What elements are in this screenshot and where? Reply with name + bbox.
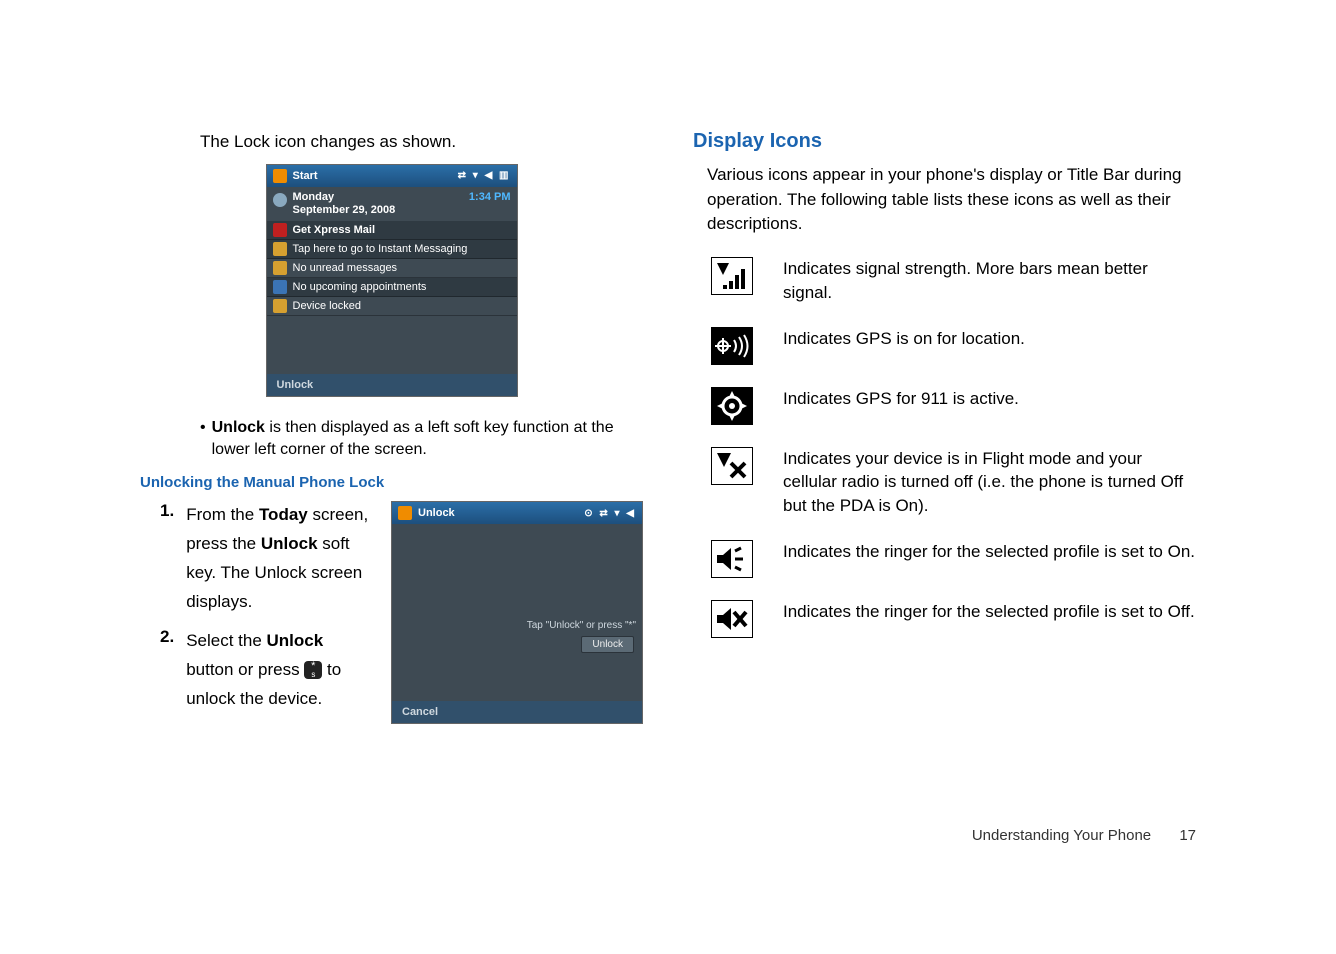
- s1-bottom-bar: Unlock: [267, 374, 517, 396]
- unlock-rest: is then displayed as a left soft key fun…: [212, 419, 614, 458]
- mail-icon: [273, 261, 287, 275]
- icon-row-flight-mode: Indicates your device is in Flight mode …: [693, 447, 1196, 518]
- unlock-bullet: • Unlock is then displayed as a left sof…: [200, 417, 643, 460]
- signal-desc: Indicates signal strength. More bars mea…: [783, 257, 1196, 305]
- display-icons-title: Display Icons: [693, 130, 1196, 153]
- footer-section: Understanding Your Phone: [972, 827, 1151, 844]
- unlock-bold: Unlock: [212, 419, 265, 436]
- s2-cancel-softkey: Cancel: [402, 706, 438, 718]
- gps-911-desc: Indicates GPS for 911 is active.: [783, 387, 1019, 411]
- s1-xpress-row: Get Xpress Mail: [267, 221, 517, 240]
- step2-pre: Select the: [186, 631, 266, 650]
- step1-b2: Unlock: [261, 534, 318, 553]
- s1-title-bar: Start ⇄ ▾ ◀ ▥: [267, 165, 517, 187]
- xpress-mail-icon: [273, 223, 287, 237]
- step2-mid: button or press: [186, 660, 304, 679]
- flight-mode-desc: Indicates your device is in Flight mode …: [783, 447, 1196, 518]
- s1-unread-label: No unread messages: [293, 262, 398, 274]
- icon-row-gps-911: Indicates GPS for 911 is active.: [693, 387, 1196, 425]
- s2-bottom-bar: Cancel: [392, 701, 642, 723]
- bullet-dot: •: [200, 417, 206, 460]
- gps-on-desc: Indicates GPS is on for location.: [783, 327, 1025, 351]
- step1-b1: Today: [259, 505, 308, 524]
- s1-status-icons: ⇄ ▾ ◀ ▥: [458, 170, 511, 181]
- unlocking-section-title: Unlocking the Manual Phone Lock: [140, 474, 643, 491]
- s1-appt-row: No upcoming appointments: [267, 278, 517, 297]
- signal-strength-icon: [711, 257, 753, 295]
- s1-im-label: Tap here to go to Instant Messaging: [293, 243, 468, 255]
- s1-locked-label: Device locked: [293, 300, 361, 312]
- icon-row-gps-on: Indicates GPS is on for location.: [693, 327, 1196, 365]
- today-screen-screenshot: Start ⇄ ▾ ◀ ▥ Monday September 29, 2008 …: [266, 164, 518, 397]
- s2-status-icons: ⊙ ⇄ ▾ ◀: [584, 508, 636, 519]
- ringer-off-icon: [711, 600, 753, 638]
- s1-locked-row: Device locked: [267, 297, 517, 316]
- icon-row-signal: Indicates signal strength. More bars mea…: [693, 257, 1196, 305]
- s2-body: Tap "Unlock" or press "*" Unlock: [392, 524, 642, 700]
- im-icon: [273, 242, 287, 256]
- s1-xpress-label: Get Xpress Mail: [293, 224, 376, 236]
- windows-flag-icon-2: [398, 506, 412, 520]
- s1-date: September 29, 2008: [293, 204, 396, 217]
- unlock-screen-screenshot: Unlock ⊙ ⇄ ▾ ◀ Tap "Unlock" or press "*"…: [391, 501, 643, 723]
- ringer-on-desc: Indicates the ringer for the selected pr…: [783, 540, 1195, 564]
- s1-unread-row: No unread messages: [267, 259, 517, 278]
- ringer-off-desc: Indicates the ringer for the selected pr…: [783, 600, 1195, 624]
- gps-911-icon: [711, 387, 753, 425]
- flight-mode-icon: [711, 447, 753, 485]
- s2-unlock-button: Unlock: [581, 636, 634, 653]
- s2-hint-text: Tap "Unlock" or press "*": [527, 620, 636, 631]
- s1-date-row: Monday September 29, 2008 1:34 PM: [267, 187, 517, 221]
- lock-icon: [273, 299, 287, 313]
- lock-icon-intro: The Lock icon changes as shown.: [200, 130, 643, 154]
- ringer-on-icon: [711, 540, 753, 578]
- icon-row-ringer-off: Indicates the ringer for the selected pr…: [693, 600, 1196, 638]
- step-1: 1. From the Today screen, press the Unlo…: [160, 501, 371, 617]
- page-footer: Understanding Your Phone 17: [972, 827, 1196, 844]
- s1-time: 1:34 PM: [469, 191, 511, 217]
- clock-icon: [273, 193, 287, 207]
- star-key-icon: [304, 661, 322, 679]
- s2-title-bar: Unlock ⊙ ⇄ ▾ ◀: [392, 502, 642, 524]
- step1-num: 1.: [160, 501, 174, 617]
- s1-appt-label: No upcoming appointments: [293, 281, 427, 293]
- calendar-icon: [273, 280, 287, 294]
- display-icons-intro: Various icons appear in your phone's dis…: [693, 163, 1196, 237]
- s1-unlock-softkey: Unlock: [277, 379, 314, 391]
- windows-flag-icon: [273, 169, 287, 183]
- s1-empty-area: [267, 316, 517, 374]
- footer-page-number: 17: [1179, 827, 1196, 844]
- s1-im-row: Tap here to go to Instant Messaging: [267, 240, 517, 259]
- s1-day: Monday: [293, 191, 396, 204]
- step2-b1: Unlock: [267, 631, 324, 650]
- step1-pre: From the: [186, 505, 259, 524]
- step2-num: 2.: [160, 627, 174, 714]
- gps-on-icon: [711, 327, 753, 365]
- step-2: 2. Select the Unlock button or press to …: [160, 627, 371, 714]
- s2-title-label: Unlock: [418, 507, 455, 519]
- s1-start-label: Start: [293, 170, 318, 182]
- icon-row-ringer-on: Indicates the ringer for the selected pr…: [693, 540, 1196, 578]
